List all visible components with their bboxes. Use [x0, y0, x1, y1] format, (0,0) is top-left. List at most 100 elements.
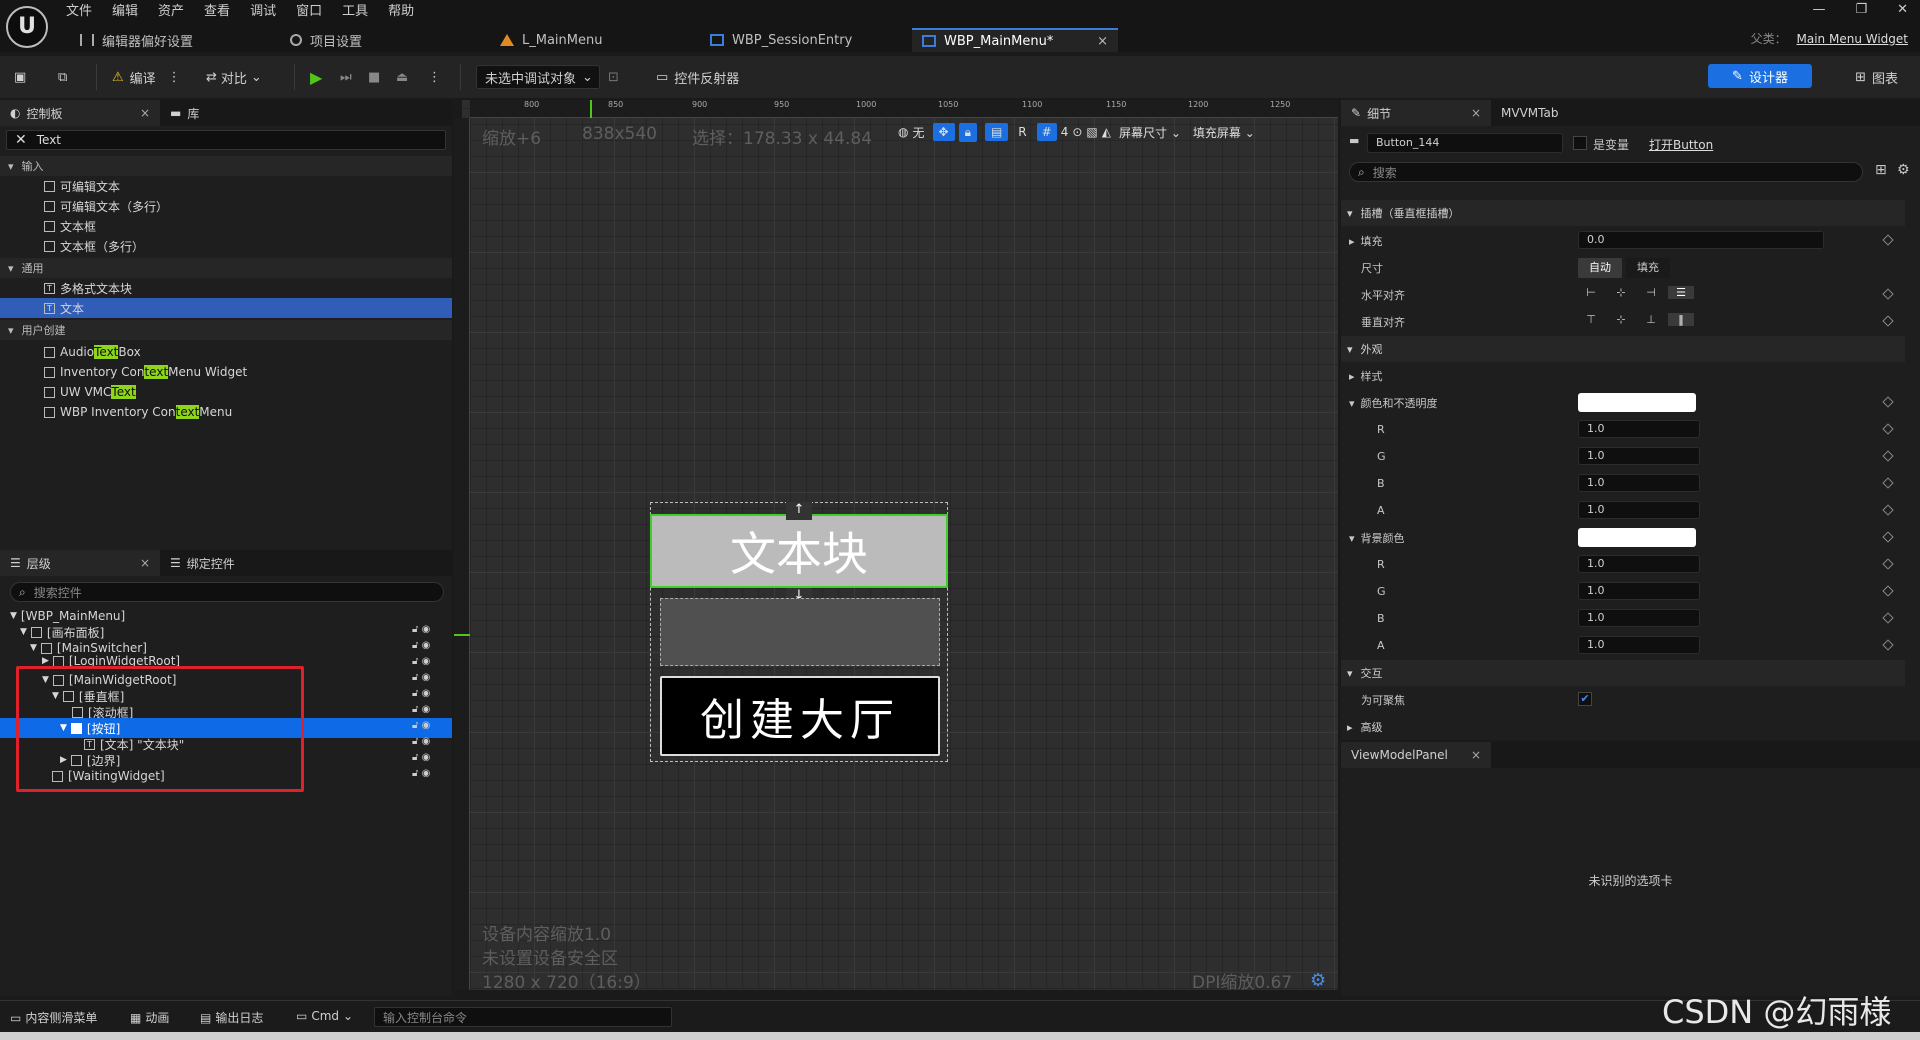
- lock-icon[interactable]: 🔓︎ ◉: [412, 718, 448, 734]
- size-fill-button[interactable]: 填充: [1626, 258, 1670, 278]
- grid-size[interactable]: 4: [1061, 125, 1069, 139]
- align-right-icon[interactable]: ⊣: [1638, 286, 1664, 299]
- close-window-icon[interactable]: ✕: [1897, 2, 1908, 17]
- palette-item[interactable]: 文本框: [0, 216, 96, 236]
- palette-item[interactable]: Inventory Con text Menu Widget: [0, 362, 247, 382]
- more-icon[interactable]: ⋮: [168, 70, 181, 85]
- section-slot[interactable]: ▾ 插槽（垂直框插槽）: [1341, 200, 1905, 226]
- widget-reflector-button[interactable]: ▭ 控件反射器: [656, 66, 739, 88]
- lock-icon[interactable]: 🔓︎ ◉: [412, 686, 448, 702]
- palette-item[interactable]: 可编辑文本（多行）: [0, 196, 168, 216]
- section-advanced[interactable]: ▸ 高级: [1341, 714, 1905, 740]
- localization-none[interactable]: 无: [912, 124, 924, 141]
- tab-mvvm[interactable]: MVVMTab: [1491, 100, 1568, 126]
- close-icon[interactable]: ×: [140, 106, 150, 120]
- clear-icon[interactable]: ✕: [15, 132, 27, 148]
- fill-screen-select[interactable]: 填充屏幕 ⌄: [1193, 124, 1255, 141]
- widget-name-input[interactable]: Button_144: [1367, 133, 1563, 153]
- menu-debug[interactable]: 调试: [250, 2, 290, 22]
- screen-size-select[interactable]: 屏幕尺寸 ⌄: [1119, 124, 1181, 141]
- menu-asset[interactable]: 资产: [158, 2, 198, 22]
- lock-icon[interactable]: 🔓︎ ◉: [412, 766, 448, 782]
- tab-wbp-mainmenu[interactable]: WBP_MainMenu* ×: [912, 28, 1118, 52]
- output-log-button[interactable]: ▤ 输出日志: [200, 1009, 263, 1026]
- palette-search-input[interactable]: ✕ Text: [6, 130, 446, 150]
- zoom-fit-icon[interactable]: ⊙: [1072, 125, 1082, 139]
- respect-locks-r[interactable]: R: [1018, 125, 1026, 139]
- palette-item[interactable]: 可编辑文本: [0, 176, 120, 196]
- menu-help[interactable]: 帮助: [388, 2, 428, 22]
- section-appearance[interactable]: ▾ 外观: [1341, 336, 1905, 362]
- align-vfill-icon[interactable]: ‖: [1668, 313, 1694, 326]
- browse-icon[interactable]: ⧉: [58, 66, 67, 88]
- tab-bind-widgets[interactable]: ☰ 绑定控件: [160, 550, 245, 576]
- close-icon[interactable]: ×: [1097, 34, 1108, 49]
- tab-project-settings[interactable]: 项目设置: [280, 28, 480, 52]
- bg-a-input[interactable]: 1.0: [1578, 636, 1700, 654]
- color-a-input[interactable]: 1.0: [1578, 501, 1700, 519]
- move-up-arrow[interactable]: ↑: [786, 502, 812, 520]
- palette-item[interactable]: Audio Text Box: [0, 342, 141, 362]
- selected-button[interactable]: 文本块: [650, 514, 948, 588]
- menu-file[interactable]: 文件: [66, 2, 106, 22]
- content-drawer-button[interactable]: ▭ 内容侧滑菜单: [10, 1009, 97, 1026]
- palette-item-selected[interactable]: T 文本: [0, 298, 452, 318]
- lock-icon[interactable]: 🔓︎ ◉: [412, 750, 448, 766]
- globe-icon[interactable]: ◍: [898, 125, 908, 139]
- tab-wbp-sessionentry[interactable]: WBP_SessionEntry: [700, 28, 900, 52]
- parent-class-link[interactable]: Main Menu Widget: [1797, 32, 1908, 46]
- table-view-icon[interactable]: ⊞: [1875, 162, 1887, 178]
- graph-button[interactable]: ⊞ 图表: [1855, 66, 1898, 88]
- bg-color-swatch[interactable]: [1578, 528, 1696, 547]
- restore-icon[interactable]: ❐: [1855, 2, 1867, 17]
- move-icon[interactable]: ✥: [932, 123, 955, 141]
- menu-edit[interactable]: 编辑: [112, 2, 152, 22]
- align-fill-icon[interactable]: ☰: [1668, 286, 1694, 299]
- play-icon[interactable]: ▶: [310, 66, 322, 88]
- close-icon[interactable]: ×: [140, 556, 150, 570]
- bg-b-input[interactable]: 1.0: [1578, 609, 1700, 627]
- cmd-select[interactable]: ▭ Cmd ⌄: [296, 1009, 353, 1023]
- bg-g-input[interactable]: 1.0: [1578, 582, 1700, 600]
- menu-view[interactable]: 查看: [204, 2, 244, 22]
- align-top-icon[interactable]: ⊤: [1578, 313, 1604, 326]
- lock-icon[interactable]: 🔓︎ ◉: [412, 654, 448, 670]
- debug-target-select[interactable]: 未选中调试对象 ⌄: [476, 65, 600, 89]
- align-bottom-icon[interactable]: ⊥: [1638, 313, 1664, 326]
- console-command-input[interactable]: 输入控制台命令: [374, 1007, 672, 1027]
- menu-tools[interactable]: 工具: [342, 2, 382, 22]
- tab-library[interactable]: ▬ 库: [160, 100, 209, 126]
- menu-window[interactable]: 窗口: [296, 2, 336, 22]
- designer-button[interactable]: ✎ 设计器: [1708, 64, 1812, 88]
- color-g-input[interactable]: 1.0: [1578, 447, 1700, 465]
- size-auto-button[interactable]: 自动: [1578, 258, 1622, 278]
- category-user-created[interactable]: ▾ 用户创建: [0, 320, 452, 340]
- open-button-link[interactable]: 打开Button: [1649, 136, 1713, 153]
- diff-button[interactable]: ⇄ 对比 ⌄: [206, 66, 262, 88]
- animation-button[interactable]: ▦ 动画: [130, 1009, 169, 1026]
- align-left-icon[interactable]: ⊢: [1578, 286, 1604, 299]
- palette-item[interactable]: 文本框（多行）: [0, 236, 144, 256]
- tab-hierarchy[interactable]: ☰ 层级 ×: [0, 550, 160, 576]
- hierarchy-search-input[interactable]: ⌕ 搜索控件: [10, 582, 444, 602]
- lock-icon[interactable]: 🔓︎ ◉: [412, 670, 448, 686]
- bg-r-input[interactable]: 1.0: [1578, 555, 1700, 573]
- align-center-icon[interactable]: ⊹: [1608, 286, 1634, 299]
- tab-l-mainmenu[interactable]: L_MainMenu: [490, 28, 690, 52]
- debug-filter-icon[interactable]: ⊡: [608, 66, 619, 88]
- row-style[interactable]: ▸ 样式: [1341, 362, 1905, 389]
- tab-viewmodel-panel[interactable]: ViewModelPanel ×: [1341, 742, 1491, 768]
- lock-icon[interactable]: 🔓︎ ◉: [412, 622, 448, 638]
- minimize-icon[interactable]: —: [1812, 2, 1825, 17]
- image-icon[interactable]: ▧: [1086, 125, 1097, 139]
- tab-editor-preferences[interactable]: 编辑器偏好设置: [70, 28, 270, 52]
- palette-item[interactable]: UW VMC Text: [0, 382, 136, 402]
- flip-icon[interactable]: ◭: [1102, 125, 1111, 139]
- stop-icon[interactable]: ■: [368, 66, 380, 88]
- section-interaction[interactable]: ▾ 交互: [1341, 660, 1905, 686]
- category-common[interactable]: ▾ 通用: [0, 258, 452, 278]
- color-r-input[interactable]: 1.0: [1578, 420, 1700, 438]
- tab-palette[interactable]: ◐ 控制板 ×: [0, 100, 160, 126]
- create-lobby-button[interactable]: 创建大厅: [660, 676, 940, 756]
- unreal-logo-icon[interactable]: U: [6, 6, 48, 48]
